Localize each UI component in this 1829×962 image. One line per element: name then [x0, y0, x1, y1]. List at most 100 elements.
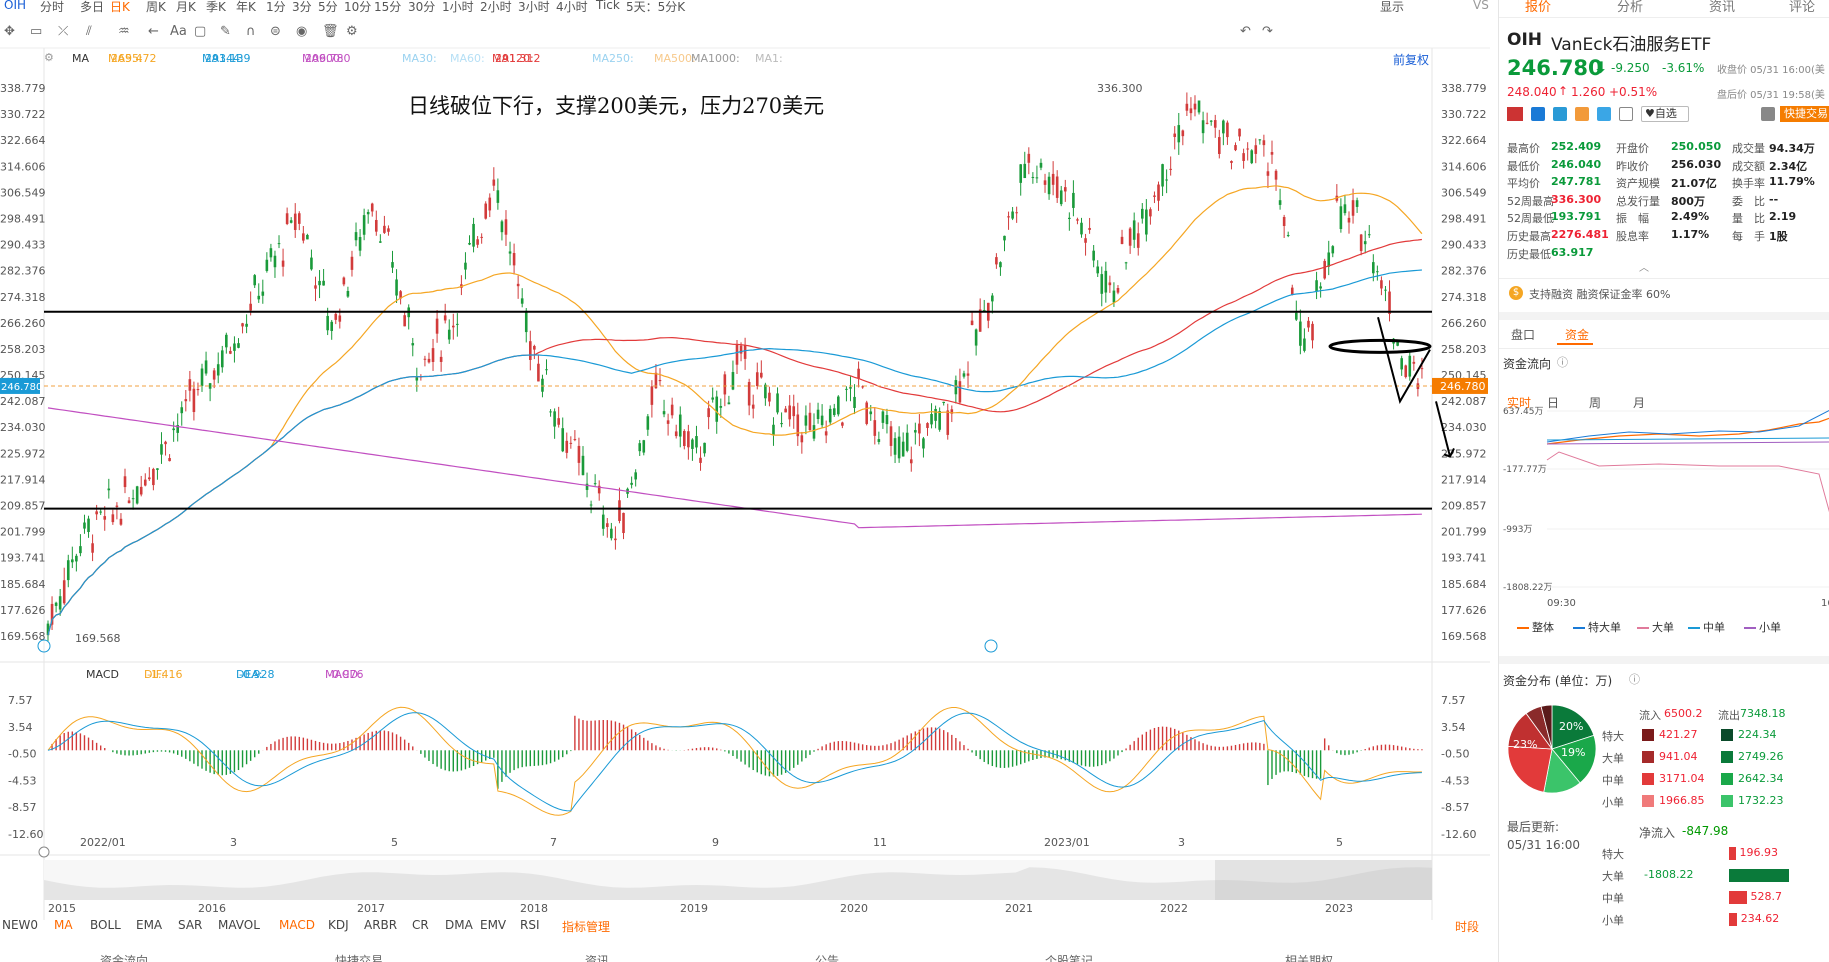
candle-body	[849, 387, 852, 389]
net-label: 净流入	[1639, 826, 1676, 840]
indicator-1[interactable]: MA	[54, 918, 73, 932]
rect-tool-icon[interactable]: ▭	[30, 24, 42, 39]
indicator-5[interactable]: MAVOL	[218, 918, 260, 932]
note-icon[interactable]	[1619, 107, 1633, 121]
fib-tool-icon[interactable]: ♒	[118, 24, 130, 39]
redo-icon[interactable]: ↷	[1262, 24, 1273, 39]
indicator-8[interactable]: ARBR	[364, 918, 397, 932]
period-17[interactable]: Tick	[596, 0, 620, 12]
period-12[interactable]: 30分	[408, 0, 435, 15]
indicator-11[interactable]: EMV	[480, 918, 506, 932]
x-tick-label: 7	[550, 836, 557, 849]
period-16[interactable]: 4小时	[556, 0, 588, 15]
period-7[interactable]: 1分	[266, 0, 286, 15]
candle-body	[735, 344, 739, 365]
bottom-tab-5[interactable]: 相关期权	[1285, 952, 1333, 962]
period-0[interactable]: 分时	[40, 0, 64, 15]
candle-body	[456, 323, 459, 325]
indicator-9[interactable]: CR	[412, 918, 429, 932]
line-tool-icon[interactable]: ⤫	[58, 24, 68, 39]
bottom-tab-4[interactable]: 个股笔记	[1045, 952, 1093, 962]
candle-body	[476, 239, 479, 245]
session-button[interactable]: 时段	[1455, 918, 1479, 935]
quote-value: 250.050	[1671, 140, 1722, 153]
period-11[interactable]: 15分	[374, 0, 401, 15]
indicator-4[interactable]: SAR	[178, 918, 202, 932]
options-icon[interactable]	[1575, 107, 1589, 121]
candle-body	[938, 411, 941, 430]
panel-tab-1[interactable]: 分析	[1617, 0, 1643, 15]
eye-icon[interactable]: ◉	[296, 24, 307, 39]
panel-tab-0[interactable]: 报价	[1525, 0, 1551, 15]
period-1[interactable]: 多日	[80, 0, 104, 15]
candle-body	[143, 479, 147, 486]
indicator-12[interactable]: RSI	[520, 918, 540, 932]
overview-gear-icon[interactable]	[38, 846, 50, 858]
bottom-tab-0[interactable]: 资金流向	[100, 952, 148, 962]
period-14[interactable]: 2小时	[480, 0, 512, 15]
undo-draw-icon[interactable]: ←	[148, 24, 159, 39]
pencil-icon[interactable]: ✎	[220, 24, 231, 39]
candle-body	[634, 472, 637, 480]
channel-tool-icon[interactable]: ⫽	[86, 24, 92, 39]
x-tick-label: 2023/01	[1044, 836, 1090, 849]
period-10[interactable]: 10分	[344, 0, 371, 15]
panel-tab-3[interactable]: 评论	[1789, 0, 1815, 15]
period-4[interactable]: 月K	[176, 0, 196, 15]
text-tool-icon[interactable]: Aa	[170, 24, 187, 39]
indicator-10[interactable]: DMA	[445, 918, 473, 932]
display-menu[interactable]: 显示	[1380, 0, 1404, 15]
info-icon[interactable]: ⓘ	[1557, 354, 1568, 370]
undo-icon[interactable]: ↶	[1240, 24, 1251, 39]
symbol-label[interactable]: OIH	[4, 0, 26, 12]
kline-chart[interactable]: 338.779 338.779 330.722 330.722 322.664 322.6…	[0, 40, 1490, 920]
crosshair-icon[interactable]: ✥	[4, 24, 15, 39]
indicator-7[interactable]: KDJ	[328, 918, 349, 932]
period-13[interactable]: 1小时	[442, 0, 474, 15]
period-15[interactable]: 3小时	[518, 0, 550, 15]
period-18[interactable]: 5天：5分K	[626, 0, 685, 15]
watch-button[interactable]: ♥自选	[1641, 106, 1689, 122]
vs-button[interactable]: VS	[1473, 0, 1489, 12]
collapse-icon[interactable]: ︿	[1639, 259, 1649, 274]
period-5[interactable]: 季K	[206, 0, 226, 15]
period-8[interactable]: 3分	[292, 0, 312, 15]
candle-body	[520, 298, 524, 304]
chart-icon[interactable]	[1531, 107, 1545, 121]
quick-trade-button[interactable]: 快捷交易	[1780, 106, 1829, 122]
bell-icon[interactable]	[1761, 107, 1775, 121]
candle-body	[812, 425, 816, 439]
period-2[interactable]: 日K	[110, 0, 130, 15]
candle-body	[362, 215, 366, 235]
alert-icon[interactable]	[1553, 107, 1567, 121]
settings-icon[interactable]: ⚙	[346, 24, 358, 39]
indicator-3[interactable]: EMA	[136, 918, 162, 932]
bottom-tab-3[interactable]: 公告	[815, 952, 839, 962]
trash-icon[interactable]: 🗑	[322, 24, 339, 39]
comment-tool-icon[interactable]: ▢	[194, 24, 206, 39]
candle-body	[427, 358, 431, 363]
indicator-13[interactable]: 指标管理	[562, 918, 610, 935]
candle-body	[249, 303, 252, 311]
indicator-6[interactable]: MACD	[279, 918, 315, 932]
candle-body	[216, 364, 220, 376]
candle-body	[66, 560, 70, 581]
lock-icon[interactable]: ⊜	[270, 24, 281, 39]
tab-orderbook[interactable]: 盘口	[1511, 326, 1535, 343]
period-9[interactable]: 5分	[318, 0, 338, 15]
panel-tab-2[interactable]: 资讯	[1709, 0, 1735, 15]
dist-info-icon[interactable]: ⓘ	[1629, 671, 1640, 687]
bottom-tab-2[interactable]: 资讯	[585, 952, 609, 962]
period-3[interactable]: 周K	[146, 0, 166, 15]
period-6[interactable]: 年K	[236, 0, 256, 15]
bottom-tab-1[interactable]: 快捷交易	[335, 952, 383, 962]
scroll-handle-mid[interactable]	[984, 639, 998, 653]
tag-icon[interactable]	[1597, 107, 1611, 121]
overview-window[interactable]	[1215, 860, 1432, 900]
dist-class: 大单	[1602, 752, 1624, 765]
candle-body	[1351, 200, 1355, 216]
magnet-icon[interactable]: ∩	[246, 24, 256, 39]
indicator-2[interactable]: BOLL	[90, 918, 121, 932]
indicator-0[interactable]: NEW0	[2, 918, 38, 932]
tab-funds[interactable]: 资金	[1565, 326, 1589, 343]
